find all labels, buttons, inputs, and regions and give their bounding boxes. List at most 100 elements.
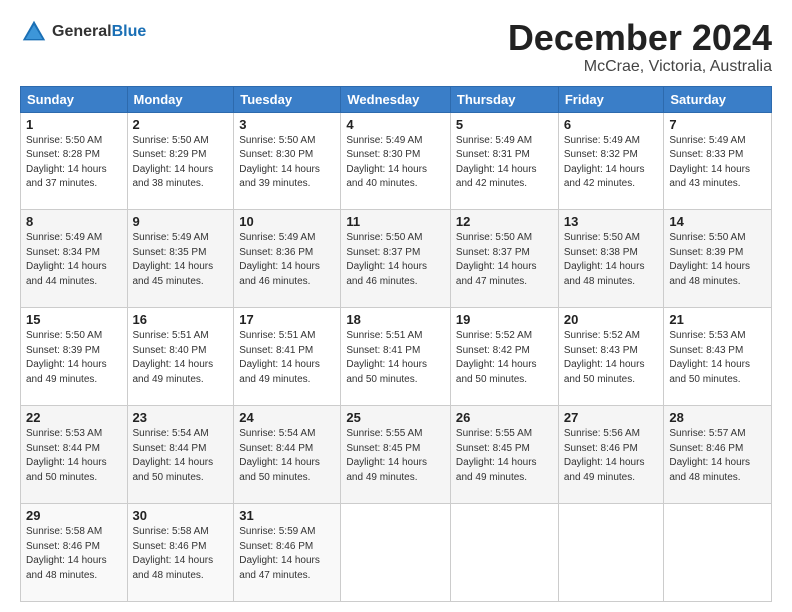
day-number: 19 [456, 312, 553, 327]
day-number: 24 [239, 410, 335, 425]
day-info: Sunrise: 5:50 AM Sunset: 8:37 PM Dayligh… [346, 231, 445, 289]
day-number: 14 [669, 214, 766, 229]
day-number: 26 [456, 410, 553, 425]
table-row: 6 Sunrise: 5:49 AM Sunset: 8:32 PM Daylig… [558, 112, 664, 210]
day-number: 13 [564, 214, 659, 229]
day-number: 18 [346, 312, 445, 327]
table-row [450, 504, 558, 602]
day-info: Sunrise: 5:50 AM Sunset: 8:28 PM Dayligh… [26, 134, 122, 192]
day-number: 29 [26, 508, 122, 523]
day-number: 23 [133, 410, 229, 425]
title-block: December 2024 McCrae, Victoria, Australi… [508, 18, 772, 76]
day-info: Sunrise: 5:50 AM Sunset: 8:39 PM Dayligh… [26, 329, 122, 387]
day-info: Sunrise: 5:52 AM Sunset: 8:43 PM Dayligh… [564, 329, 659, 387]
table-row: 18 Sunrise: 5:51 AM Sunset: 8:41 PM Dayli… [341, 308, 451, 406]
table-row: 31Sunrise: 5:59 AM Sunset: 8:46 PM Dayli… [234, 504, 341, 602]
day-number: 17 [239, 312, 335, 327]
table-row: 25 Sunrise: 5:55 AM Sunset: 8:45 PM Dayli… [341, 406, 451, 504]
day-info: Sunrise: 5:58 AM Sunset: 8:46 PM Dayligh… [26, 525, 122, 583]
table-row: 1 Sunrise: 5:50 AM Sunset: 8:28 PM Daylig… [21, 112, 128, 210]
logo-text: GeneralBlue [52, 22, 146, 41]
day-info: Sunrise: 5:53 AM Sunset: 8:43 PM Dayligh… [669, 329, 766, 387]
table-row: 30 Sunrise: 5:58 AM Sunset: 8:46 PM Dayli… [127, 504, 234, 602]
table-row: 26 Sunrise: 5:55 AM Sunset: 8:45 PM Dayli… [450, 406, 558, 504]
day-number: 1 [26, 117, 122, 132]
day-info: Sunrise: 5:55 AM Sunset: 8:45 PM Dayligh… [346, 427, 445, 485]
day-number: 22 [26, 410, 122, 425]
table-row: 11 Sunrise: 5:50 AM Sunset: 8:37 PM Dayli… [341, 210, 451, 308]
table-row: 29 Sunrise: 5:58 AM Sunset: 8:46 PM Dayli… [21, 504, 128, 602]
day-info: Sunrise: 5:52 AM Sunset: 8:42 PM Dayligh… [456, 329, 553, 387]
day-number: 11 [346, 214, 445, 229]
day-number: 30 [133, 508, 229, 523]
col-tuesday: Tuesday [234, 86, 341, 112]
table-row: 2Sunrise: 5:50 AM Sunset: 8:29 PM Daylig… [127, 112, 234, 210]
day-info: Sunrise: 5:51 AM Sunset: 8:40 PM Dayligh… [133, 329, 229, 387]
day-info: Sunrise: 5:49 AM Sunset: 8:36 PM Dayligh… [239, 231, 335, 289]
day-number: 15 [26, 312, 122, 327]
table-row: 5 Sunrise: 5:49 AM Sunset: 8:31 PM Daylig… [450, 112, 558, 210]
day-info: Sunrise: 5:49 AM Sunset: 8:31 PM Dayligh… [456, 134, 553, 192]
day-number: 27 [564, 410, 659, 425]
day-number: 25 [346, 410, 445, 425]
col-monday: Monday [127, 86, 234, 112]
page: GeneralBlue December 2024 McCrae, Victor… [0, 0, 792, 612]
table-row [664, 504, 772, 602]
day-number: 16 [133, 312, 229, 327]
day-info: Sunrise: 5:49 AM Sunset: 8:32 PM Dayligh… [564, 134, 659, 192]
table-row: 21 Sunrise: 5:53 AM Sunset: 8:43 PM Dayli… [664, 308, 772, 406]
day-info: Sunrise: 5:49 AM Sunset: 8:33 PM Dayligh… [669, 134, 766, 192]
table-row: 23 Sunrise: 5:54 AM Sunset: 8:44 PM Dayli… [127, 406, 234, 504]
day-info: Sunrise: 5:58 AM Sunset: 8:46 PM Dayligh… [133, 525, 229, 583]
day-info: Sunrise: 5:50 AM Sunset: 8:39 PM Dayligh… [669, 231, 766, 289]
table-row [558, 504, 664, 602]
day-number: 10 [239, 214, 335, 229]
col-wednesday: Wednesday [341, 86, 451, 112]
day-info: Sunrise: 5:59 AM Sunset: 8:46 PM Dayligh… [239, 525, 335, 583]
table-row: 20 Sunrise: 5:52 AM Sunset: 8:43 PM Dayli… [558, 308, 664, 406]
day-info: Sunrise: 5:53 AM Sunset: 8:44 PM Dayligh… [26, 427, 122, 485]
day-info: Sunrise: 5:50 AM Sunset: 8:30 PM Dayligh… [239, 134, 335, 192]
day-info: Sunrise: 5:51 AM Sunset: 8:41 PM Dayligh… [346, 329, 445, 387]
table-row: 22 Sunrise: 5:53 AM Sunset: 8:44 PM Dayli… [21, 406, 128, 504]
table-row: 28 Sunrise: 5:57 AM Sunset: 8:46 PM Dayli… [664, 406, 772, 504]
header: GeneralBlue December 2024 McCrae, Victor… [20, 18, 772, 76]
table-row: 27 Sunrise: 5:56 AM Sunset: 8:46 PM Dayli… [558, 406, 664, 504]
logo-icon [20, 18, 48, 46]
day-info: Sunrise: 5:50 AM Sunset: 8:38 PM Dayligh… [564, 231, 659, 289]
day-number: 20 [564, 312, 659, 327]
day-number: 28 [669, 410, 766, 425]
calendar-header-row: Sunday Monday Tuesday Wednesday Thursday… [21, 86, 772, 112]
table-row: 3Sunrise: 5:50 AM Sunset: 8:30 PM Daylig… [234, 112, 341, 210]
table-row: 24 Sunrise: 5:54 AM Sunset: 8:44 PM Dayli… [234, 406, 341, 504]
calendar: Sunday Monday Tuesday Wednesday Thursday… [20, 86, 772, 602]
table-row: 19 Sunrise: 5:52 AM Sunset: 8:42 PM Dayli… [450, 308, 558, 406]
day-info: Sunrise: 5:55 AM Sunset: 8:45 PM Dayligh… [456, 427, 553, 485]
month-title: December 2024 [508, 18, 772, 58]
day-number: 9 [133, 214, 229, 229]
day-info: Sunrise: 5:57 AM Sunset: 8:46 PM Dayligh… [669, 427, 766, 485]
table-row: 16 Sunrise: 5:51 AM Sunset: 8:40 PM Dayli… [127, 308, 234, 406]
day-number: 7 [669, 117, 766, 132]
day-number: 21 [669, 312, 766, 327]
table-row: 13 Sunrise: 5:50 AM Sunset: 8:38 PM Dayli… [558, 210, 664, 308]
day-info: Sunrise: 5:49 AM Sunset: 8:35 PM Dayligh… [133, 231, 229, 289]
table-row: 12Sunrise: 5:50 AM Sunset: 8:37 PM Dayli… [450, 210, 558, 308]
day-info: Sunrise: 5:49 AM Sunset: 8:34 PM Dayligh… [26, 231, 122, 289]
col-sunday: Sunday [21, 86, 128, 112]
table-row: 15 Sunrise: 5:50 AM Sunset: 8:39 PM Dayli… [21, 308, 128, 406]
day-number: 4 [346, 117, 445, 132]
table-row: 4 Sunrise: 5:49 AM Sunset: 8:30 PM Daylig… [341, 112, 451, 210]
location: McCrae, Victoria, Australia [508, 58, 772, 76]
day-info: Sunrise: 5:49 AM Sunset: 8:30 PM Dayligh… [346, 134, 445, 192]
day-info: Sunrise: 5:54 AM Sunset: 8:44 PM Dayligh… [239, 427, 335, 485]
day-info: Sunrise: 5:51 AM Sunset: 8:41 PM Dayligh… [239, 329, 335, 387]
day-number: 5 [456, 117, 553, 132]
col-saturday: Saturday [664, 86, 772, 112]
table-row: 7 Sunrise: 5:49 AM Sunset: 8:33 PM Daylig… [664, 112, 772, 210]
day-info: Sunrise: 5:56 AM Sunset: 8:46 PM Dayligh… [564, 427, 659, 485]
day-number: 6 [564, 117, 659, 132]
day-info: Sunrise: 5:54 AM Sunset: 8:44 PM Dayligh… [133, 427, 229, 485]
table-row: 9 Sunrise: 5:49 AM Sunset: 8:35 PM Daylig… [127, 210, 234, 308]
table-row: 17 Sunrise: 5:51 AM Sunset: 8:41 PM Dayli… [234, 308, 341, 406]
